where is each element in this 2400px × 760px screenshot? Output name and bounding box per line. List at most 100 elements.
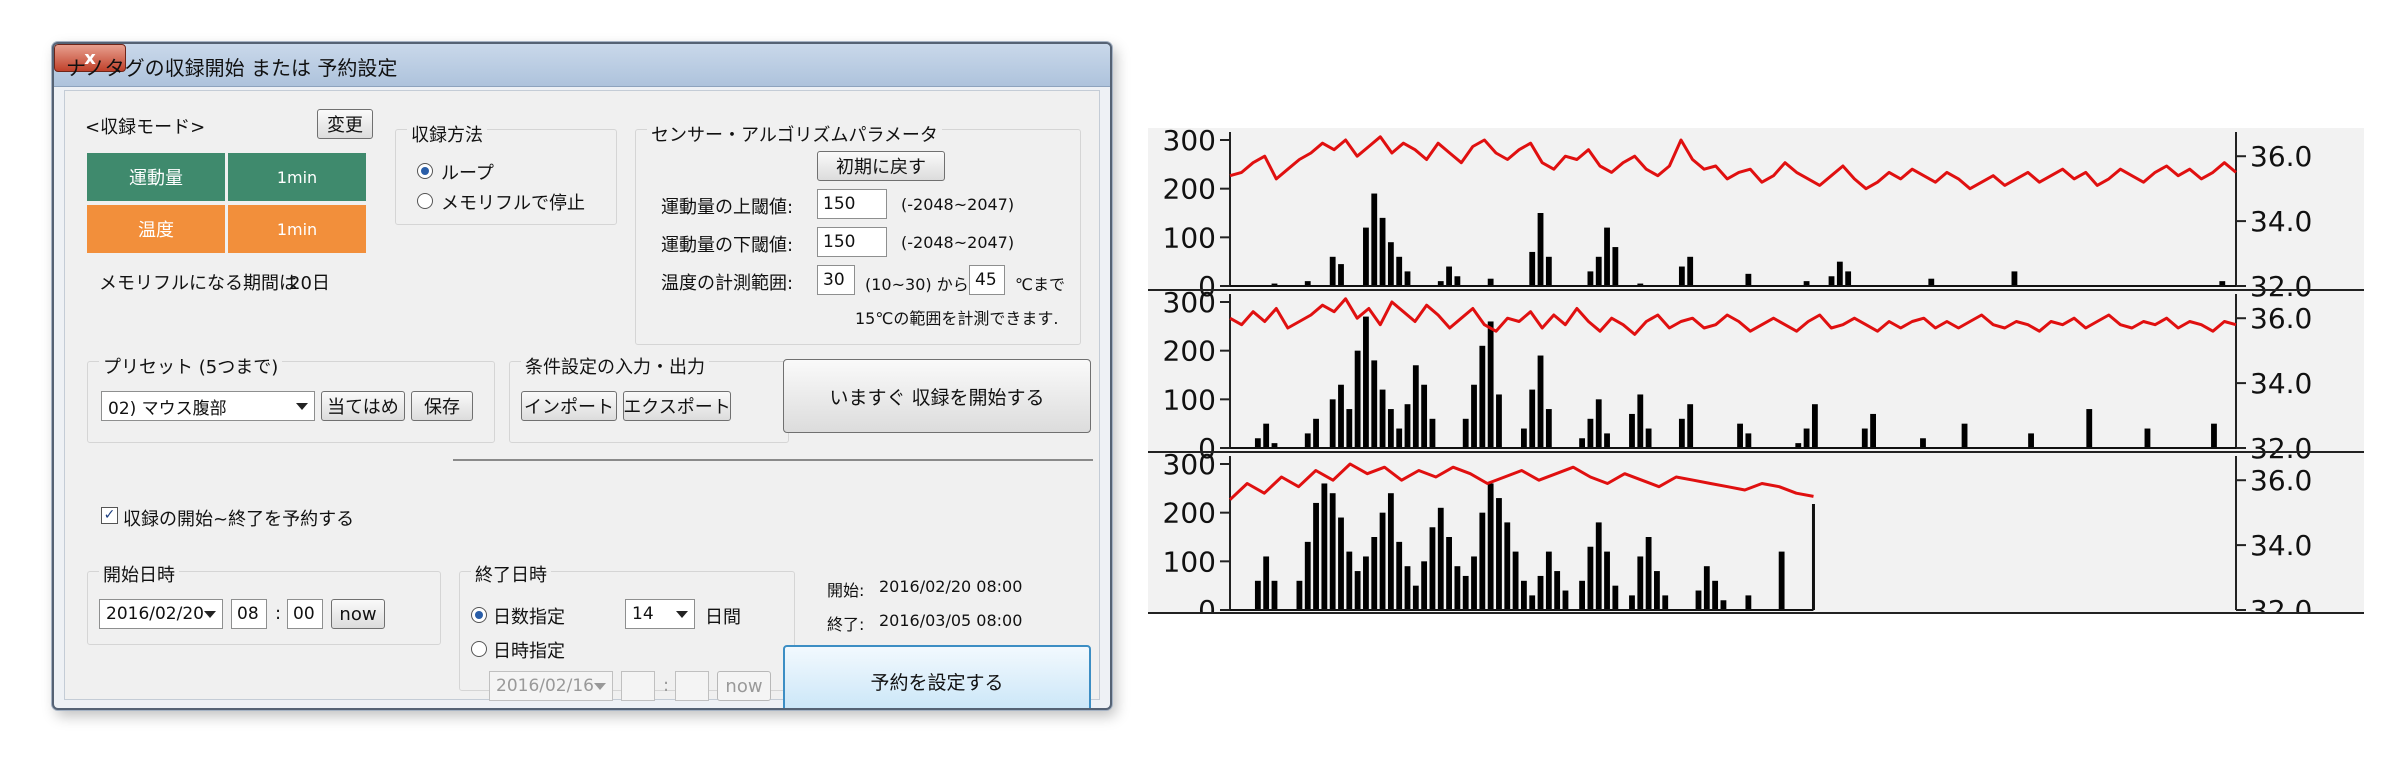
activity-bar — [1745, 595, 1752, 610]
end-hour-input[interactable] — [621, 671, 655, 701]
upper-threshold-input[interactable]: 150 — [817, 189, 887, 219]
right-tick-label: 36.0 — [2250, 302, 2312, 335]
reset-defaults-button[interactable]: 初期に戻す — [817, 151, 945, 181]
upper-threshold-range: (-2048~2047) — [901, 195, 1015, 214]
end-date-select[interactable]: 2016/02/16 — [489, 671, 613, 701]
activity-bar — [1487, 321, 1494, 448]
activity-bar — [1496, 498, 1502, 610]
activity-bar — [1387, 493, 1394, 610]
start-now-button[interactable]: いますぐ 収録を開始する — [783, 359, 1091, 433]
activity-bar — [1629, 413, 1635, 448]
right-tick-label: 36.0 — [2250, 140, 2312, 173]
activity-bar — [1371, 193, 1378, 286]
temp-from-range: (10~30) から — [865, 275, 969, 294]
activity-bar — [1429, 527, 1436, 610]
activity-bar — [1637, 556, 1644, 610]
schedule-checkbox-label: 収録の開始~終了を予約する — [123, 509, 355, 530]
mode-temperature-interval: 1min — [228, 205, 366, 253]
start-datetime-header: 開始日時 — [99, 561, 179, 587]
export-button[interactable]: エクスポート — [623, 391, 731, 421]
activity-bar — [1487, 278, 1494, 286]
activity-bar — [1537, 355, 1544, 448]
temp-range-label: 温度の計測範囲: — [661, 273, 794, 294]
preset-save-button[interactable]: 保存 — [411, 391, 473, 421]
start-date-select[interactable]: 2016/02/20 — [99, 599, 223, 629]
activity-bar — [1545, 551, 1552, 610]
activity-bar — [1421, 561, 1428, 610]
activity-bar — [1529, 595, 1536, 610]
start-now-time-button[interactable]: now — [331, 599, 385, 629]
end-min-input[interactable] — [675, 671, 709, 701]
activity-bar — [1304, 541, 1311, 610]
activity-bar — [1412, 365, 1419, 448]
summary-end-value: 2016/03/05 08:00 — [879, 611, 1023, 630]
right-tick-label: 36.0 — [2250, 464, 2312, 497]
activity-bar — [1454, 276, 1461, 286]
activity-bar — [1587, 546, 1594, 610]
change-mode-button[interactable]: 変更 — [317, 109, 373, 139]
activity-bar — [1313, 502, 1319, 610]
activity-bar — [1612, 585, 1619, 610]
chevron-down-icon — [296, 403, 308, 410]
activity-bar — [1720, 600, 1727, 610]
datetime-radio[interactable] — [471, 641, 487, 657]
activity-bar — [1387, 409, 1394, 448]
activity-bar — [1396, 428, 1403, 448]
activity-bar — [1479, 512, 1486, 610]
title-bar[interactable]: ナノタグの収録開始 または 予約設定 x — [54, 44, 1110, 87]
set-schedule-button[interactable]: 予約を設定する — [783, 645, 1091, 708]
days-label: 日数指定 — [493, 607, 565, 628]
activity-bar — [1595, 522, 1602, 610]
left-tick-label: 300 — [1163, 128, 1216, 157]
activity-bar — [1745, 433, 1752, 448]
start-hour-input[interactable]: 08 — [231, 599, 267, 629]
loop-radio[interactable] — [417, 163, 433, 179]
activity-bar — [1338, 384, 1344, 448]
activity-bar — [1496, 394, 1502, 448]
activity-bar — [1479, 345, 1486, 448]
activity-bar — [1828, 276, 1835, 286]
end-now-time-button[interactable]: now — [717, 671, 771, 701]
import-button[interactable]: インポート — [521, 391, 617, 421]
activity-bar — [1346, 409, 1353, 448]
left-tick-label: 200 — [1163, 497, 1216, 530]
left-tick-label: 300 — [1163, 448, 1216, 481]
days-select[interactable]: 14 — [625, 599, 695, 629]
activity-bar — [1579, 580, 1586, 610]
memory-full-value: 20日 — [289, 273, 330, 294]
activity-bar — [1371, 360, 1378, 448]
activity-bar — [1396, 256, 1403, 286]
activity-bar — [1379, 512, 1386, 610]
schedule-checkbox[interactable]: ✓ — [101, 507, 118, 524]
lower-threshold-label: 運動量の下閾値: — [661, 235, 794, 256]
temp-from-input[interactable]: 30 — [817, 265, 855, 295]
upper-threshold-label: 運動量の上閾値: — [661, 197, 794, 218]
preset-select[interactable]: 02) マウス腹部 — [101, 391, 315, 421]
left-tick-label: 100 — [1163, 221, 1216, 254]
activity-bar — [1471, 556, 1477, 610]
activity-bar — [2144, 428, 2151, 448]
activity-bar — [2028, 433, 2034, 448]
lower-threshold-input[interactable]: 150 — [817, 227, 887, 257]
activity-bar — [1363, 556, 1369, 610]
activity-bar — [1429, 418, 1436, 448]
activity-bar — [1446, 537, 1452, 610]
preset-header: プリセット (5つまで) — [99, 353, 283, 379]
activity-bar — [1537, 575, 1544, 610]
activity-bar — [1271, 580, 1278, 610]
chevron-down-icon — [594, 683, 606, 690]
stop-on-full-radio[interactable] — [417, 193, 433, 209]
preset-apply-button[interactable]: 当てはめ — [321, 391, 405, 421]
activity-bar — [1296, 580, 1303, 610]
temp-to-input[interactable]: 45 — [969, 265, 1005, 295]
activity-bar — [1920, 438, 1926, 448]
activity-bar — [1629, 595, 1635, 610]
days-radio[interactable] — [471, 607, 487, 623]
lower-threshold-range: (-2048~2047) — [901, 233, 1015, 252]
activity-bar — [1471, 384, 1477, 448]
left-tick-label: 200 — [1163, 335, 1216, 368]
activity-bar — [1379, 389, 1386, 448]
activity-bar — [2211, 423, 2217, 448]
right-tick-label: 32.0 — [2250, 594, 2312, 614]
start-min-input[interactable]: 00 — [287, 599, 323, 629]
